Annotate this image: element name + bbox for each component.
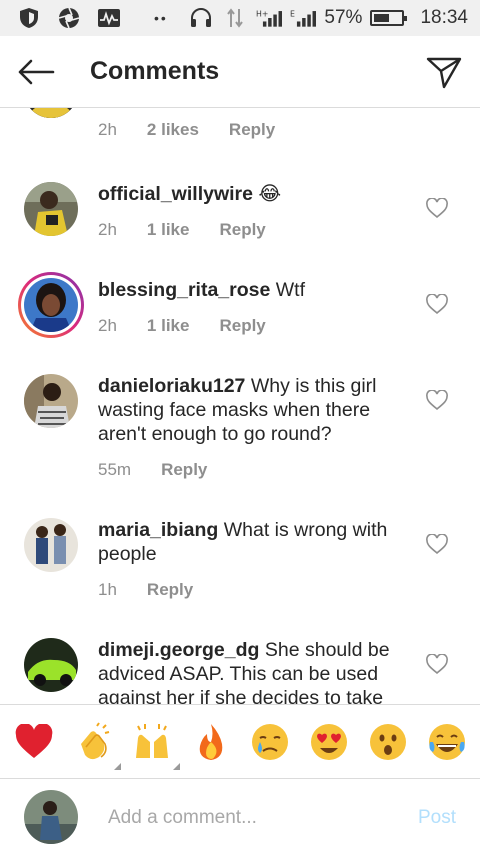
avatar[interactable] [24, 374, 78, 428]
reply-button[interactable]: Reply [219, 218, 265, 242]
like-heart-icon[interactable] [426, 198, 448, 218]
comment-meta: 55m Reply [98, 458, 416, 482]
status-bar: •• H+ E 57% 18:34 [0, 0, 480, 36]
like-heart-icon[interactable] [426, 390, 448, 410]
emoji-crying-button[interactable] [248, 720, 292, 764]
like-heart-icon[interactable] [426, 534, 448, 554]
skin-tone-indicator [172, 762, 180, 770]
battery-percent: 57% [324, 7, 363, 28]
skin-tone-indicator [113, 762, 121, 770]
emoji-laughing-button[interactable] [425, 720, 469, 764]
aperture-icon [56, 7, 82, 29]
emoji-fire-button[interactable] [189, 720, 233, 764]
emoji-quick-bar [0, 704, 480, 778]
avatar[interactable] [24, 638, 78, 692]
like-heart-icon[interactable] [426, 654, 448, 674]
reply-button[interactable]: Reply [219, 314, 265, 338]
heart-eyes-face-icon [310, 723, 347, 760]
avatar[interactable] [24, 108, 78, 118]
headphones-icon [188, 7, 214, 29]
comment-likes[interactable]: 2 likes [147, 118, 199, 142]
crying-face-icon [251, 723, 288, 760]
red-heart-icon [15, 723, 52, 758]
emoji-heart-eyes-button[interactable] [307, 720, 351, 764]
battery-icon [370, 10, 408, 26]
like-heart-icon[interactable] [426, 294, 448, 314]
svg-text:H+: H+ [256, 9, 268, 18]
page-title: Comments [90, 57, 220, 85]
comment-time: 2h [98, 220, 117, 239]
signal-icon-hd: H+ [256, 7, 283, 29]
clapping-hands-icon [80, 721, 109, 759]
comment-username[interactable]: maria_ibiang [98, 519, 218, 541]
comment-time: 55m [98, 460, 132, 479]
comment-username[interactable]: blessing_rita_rose [98, 279, 270, 301]
comment-username[interactable]: danieloriaku127 [98, 375, 245, 397]
emoji-raised-hands-button[interactable] [130, 720, 180, 770]
emoji-heart-button[interactable] [12, 720, 56, 764]
battery-fill [374, 14, 390, 22]
comment-input[interactable] [108, 803, 388, 833]
emoji-surprised-button[interactable] [366, 720, 410, 764]
fire-icon [199, 723, 222, 760]
back-button[interactable] [0, 36, 72, 108]
comment-text: 😂 [258, 183, 282, 205]
comment-meta: 1h Reply [98, 578, 416, 602]
shield-icon [16, 7, 42, 29]
surprised-face-icon [369, 723, 406, 760]
post-button[interactable]: Post [418, 807, 456, 829]
svg-text:E: E [290, 9, 295, 18]
reply-button[interactable]: Reply [161, 458, 207, 482]
current-user-avatar [24, 790, 78, 844]
paper-plane-icon [426, 57, 462, 88]
avatar[interactable] [24, 182, 78, 236]
comment-time: 1h [98, 580, 117, 599]
tears-of-joy-face-icon [428, 723, 465, 760]
comment-username[interactable]: official_willywire [98, 183, 253, 205]
comment-likes[interactable]: 1 like [147, 314, 190, 338]
comment-meta: 2h 2 likes Reply [98, 118, 416, 142]
avatar[interactable] [24, 518, 78, 572]
comment-meta: 2h 1 like Reply [98, 218, 416, 242]
comments-list[interactable]: 2h 2 likes Reply official_willywire 😂 2h… [0, 108, 480, 704]
signal-icon-e: E [290, 7, 317, 29]
comment-text: Wtf [275, 279, 306, 301]
emoji-clap-button[interactable] [71, 720, 121, 770]
raised-hands-icon [135, 723, 168, 758]
avatar-story-ring[interactable] [18, 272, 84, 338]
comment-username[interactable]: dimeji.george_dg [98, 639, 259, 661]
arrow-left-icon [18, 59, 55, 84]
comment-likes[interactable]: 1 like [147, 218, 190, 242]
reply-button[interactable]: Reply [229, 118, 275, 142]
comment-time: 2h [98, 316, 117, 335]
reply-button[interactable]: Reply [147, 578, 193, 602]
comments-header: Comments [0, 36, 480, 108]
share-button[interactable] [408, 36, 480, 108]
comment-meta: 2h 1 like Reply [98, 314, 416, 338]
clock: 18:34 [420, 7, 468, 28]
activity-icon [96, 7, 122, 29]
comment-composer: Post [0, 778, 480, 854]
comment-time: 2h [98, 120, 117, 139]
notification-dots: •• [154, 10, 168, 26]
data-arrows-icon [222, 7, 248, 29]
